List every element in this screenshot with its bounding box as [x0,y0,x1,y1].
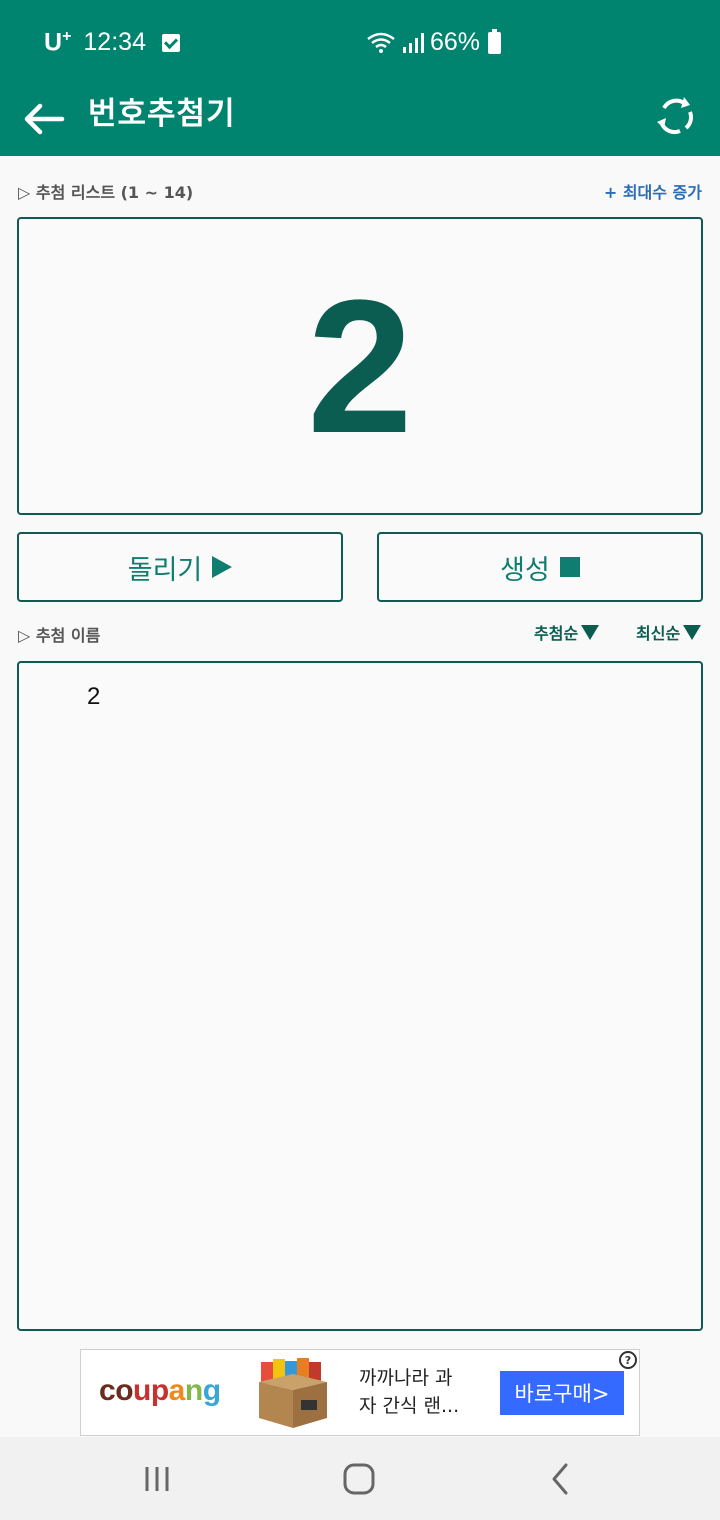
coupang-logo: coupang [99,1374,221,1407]
status-right: 66% [366,28,502,57]
generate-button-label: 생성 [500,554,550,586]
help-icon[interactable]: ? [619,1351,637,1369]
spin-button[interactable]: 돌리기 [17,532,343,602]
triangle-down-icon [581,624,600,640]
battery-icon [488,28,502,54]
app-title: 번호추첨기 [88,96,236,132]
stop-icon [559,557,580,577]
sort-by-draw-label: 추첨순 [534,624,579,643]
nav-back-icon[interactable] [538,1459,582,1499]
ad-banner[interactable]: coupang 까까나라 과자 간식 랜... 바로구매> ? [80,1349,640,1436]
status-bar: U+ 12:34 66% [0,0,720,84]
draw-list-label: ▷ 추첨 리스트 (1 ~ 14) [18,183,194,202]
result-display: 2 [17,217,703,515]
sort-by-latest-label: 최신순 [636,624,681,643]
battery-percent: 66% [430,28,481,56]
app-bar: 번호추첨기 [0,84,720,156]
sort-by-latest-button[interactable]: 최신순 [636,620,702,644]
arrow-left-icon[interactable] [22,94,72,144]
increase-max-link[interactable]: + 최대수 증가 [604,179,702,203]
wifi-icon [367,32,395,53]
navigation-bar [0,1437,720,1520]
snack-box-image [259,1358,327,1428]
refresh-icon[interactable] [654,94,698,138]
names-label: ▷ 추첨 이름 [18,626,101,645]
generate-button[interactable]: 생성 [377,532,703,602]
status-left: U+ 12:34 [44,28,180,57]
carrier-label: U+ [44,28,72,57]
list-item: 2 [87,683,101,710]
home-icon[interactable] [337,1459,381,1499]
play-icon [212,556,233,578]
recents-icon[interactable] [135,1459,179,1499]
names-list[interactable]: 2 [17,661,703,1331]
sort-by-draw-button[interactable]: 추첨순 [534,620,600,644]
buy-now-button[interactable]: 바로구매> [500,1371,624,1415]
triangle-down-icon [683,624,702,640]
checkbox-notification-icon [161,33,180,52]
spin-button-label: 돌리기 [127,554,203,586]
signal-icon [403,32,424,53]
result-number: 2 [307,261,413,473]
ad-text: 까까나라 과자 간식 랜... [359,1367,460,1417]
status-time: 12:34 [83,28,146,57]
